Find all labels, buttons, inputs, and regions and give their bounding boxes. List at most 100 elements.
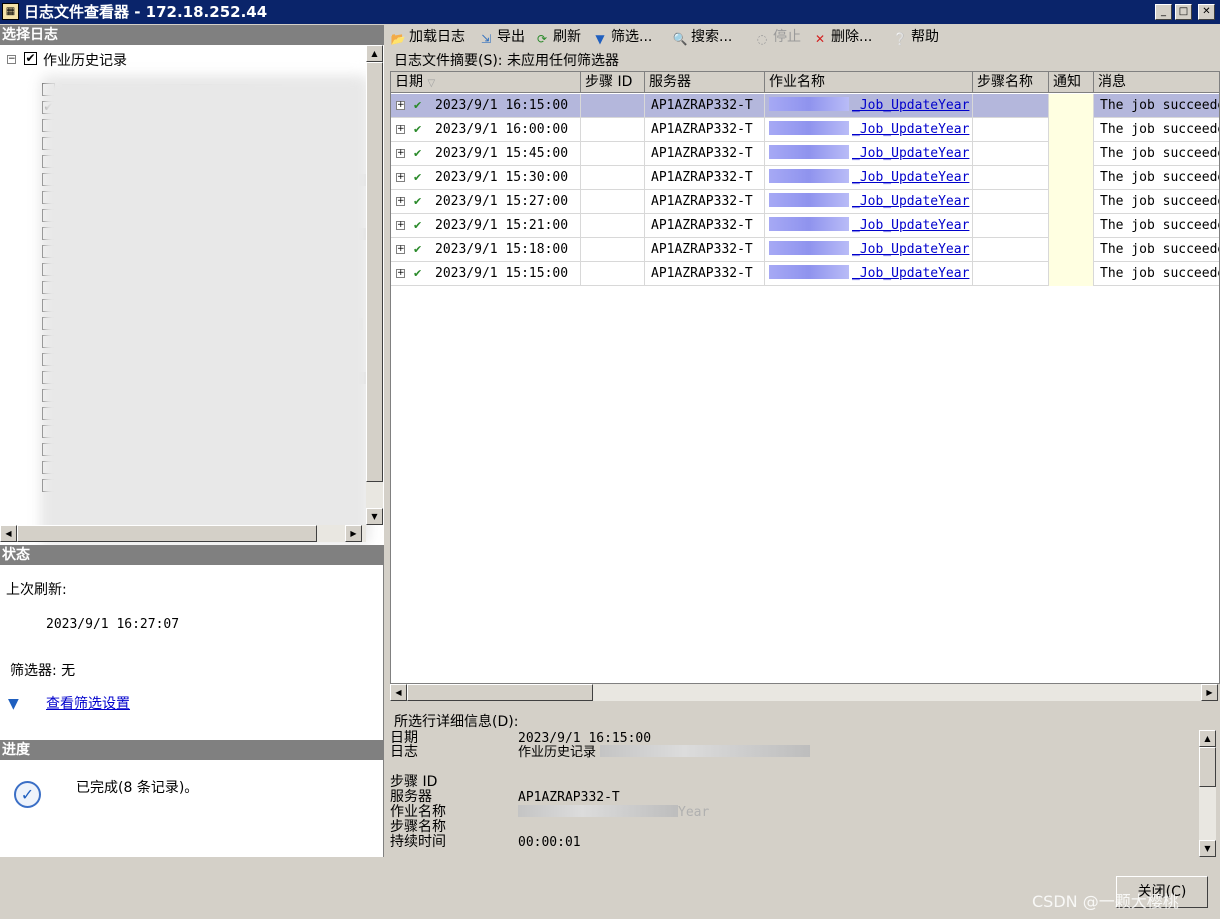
column-header-message[interactable]: 消息 [1094,72,1219,93]
grid-horizontal-scrollbar[interactable]: ◀ ▶ [390,684,1218,701]
step-name-cell [973,238,1049,262]
job-name-link[interactable]: _Job_UpdateYear [765,94,973,118]
stop-icon: ◌ [756,32,768,46]
detail-date-value: 2023/9/1 16:15:00 [518,731,652,746]
row-date: 2023/9/1 15:15:00 [435,266,569,281]
tree-vertical-scrollbar[interactable]: ▲ ▼ [366,45,383,525]
scroll-thumb[interactable] [1199,747,1216,787]
refresh-button[interactable]: ⟳ 刷新 [534,27,581,47]
job-name-link[interactable]: _Job_UpdateYear [765,262,973,286]
row-expand-toggle[interactable]: + [396,221,405,230]
column-header-notify[interactable]: 通知 [1049,72,1094,93]
job-name-link[interactable]: _Job_UpdateYear [765,142,973,166]
delete-button[interactable]: ✕ 删除... [812,27,872,47]
stop-button[interactable]: ◌ 停止 [754,27,801,47]
scroll-right-button[interactable]: ▶ [345,525,362,542]
job-name-link[interactable]: _Job_UpdateYear [765,214,973,238]
notify-cell [1049,118,1094,142]
scroll-up-button[interactable]: ▲ [1199,730,1216,747]
notify-cell [1049,238,1094,262]
detail-job-name-value: Year [518,805,709,820]
load-log-button[interactable]: 📂 加载日志 [390,27,465,47]
row-expand-toggle[interactable]: + [396,269,405,278]
tree-horizontal-scrollbar[interactable]: ◀ ▶ [0,525,366,542]
window-title: 日志文件查看器 - 172.18.252.44 [24,3,268,21]
step-id-cell [581,238,645,262]
message-cell: The job succeeded [1100,218,1220,233]
notify-cell [1049,94,1094,118]
tree-collapse-toggle[interactable]: − [7,55,16,64]
row-date: 2023/9/1 15:18:00 [435,242,569,257]
row-expand-toggle[interactable]: + [396,173,405,182]
detail-duration-value: 00:00:01 [518,835,581,850]
row-job-name: _Job_UpdateYear [852,122,970,137]
scroll-up-button[interactable]: ▲ [366,45,383,62]
redacted-text [769,169,849,183]
table-row[interactable]: + ✔ 2023/9/1 15:18:00 AP1AZRAP332-T _Job_Upd… [391,238,1219,262]
table-row[interactable]: + ✔ 2023/9/1 15:27:00 AP1AZRAP332-T _Job_Upd… [391,190,1219,214]
maximize-button[interactable]: □ [1175,4,1192,20]
h-scroll-thumb[interactable] [17,525,317,542]
watermark: CSDN @一颗大樱桃 [1032,892,1179,911]
close-window-button[interactable]: ✕ [1198,4,1215,20]
success-check-icon: ✔ [413,219,423,232]
row-expand-toggle[interactable]: + [396,125,405,134]
row-expand-toggle[interactable]: + [396,149,405,158]
scroll-right-button[interactable]: ▶ [1201,684,1218,701]
redacted-text [769,193,849,207]
job-name-link[interactable]: _Job_UpdateYear [765,118,973,142]
column-header-date[interactable]: 日期 ▽ [391,72,581,93]
row-date: 2023/9/1 15:30:00 [435,170,569,185]
notify-cell [1049,190,1094,214]
row-expand-toggle[interactable]: + [396,197,405,206]
column-header-job-name[interactable]: 作业名称 [765,72,973,93]
row-expand-toggle[interactable]: + [396,101,405,110]
search-icon: 🔍 [672,32,688,46]
column-header-server[interactable]: 服务器 [645,72,765,93]
row-job-name: _Job_UpdateYear [852,146,970,161]
table-row[interactable]: + ✔ 2023/9/1 15:21:00 AP1AZRAP332-T _Job_Upd… [391,214,1220,238]
notify-cell [1049,214,1094,238]
server-cell: AP1AZRAP332-T [645,190,765,214]
row-expand-toggle[interactable]: + [396,245,405,254]
date-cell: + ✔ 2023/9/1 15:18:00 [391,238,581,262]
column-header-step-id[interactable]: 步骤 ID [581,72,645,93]
help-button[interactable]: ❔ 帮助 [892,27,939,47]
table-row[interactable]: + ✔ 2023/9/1 15:45:00 AP1AZRAP332-T _Job_Upd… [391,142,1219,166]
tree-root-checkbox[interactable]: ✔ [24,52,37,65]
step-name-cell [973,118,1049,142]
minimize-button[interactable]: _ [1155,4,1172,20]
scroll-left-button[interactable]: ◀ [0,525,17,542]
column-header-step-name[interactable]: 步骤名称 [973,72,1049,93]
scroll-thumb[interactable] [366,62,383,482]
success-check-icon: ✔ [413,267,423,280]
row-job-name: _Job_UpdateYear [852,242,970,257]
scroll-down-button[interactable]: ▼ [1199,840,1216,857]
h-scroll-thumb[interactable] [407,684,593,701]
scroll-left-button[interactable]: ◀ [390,684,407,701]
details-vertical-scrollbar[interactable]: ▲ ▼ [1199,730,1216,857]
table-row[interactable]: + ✔ 2023/9/1 15:15:00 AP1AZRAP332-T _Job_Upd… [391,262,1219,286]
step-name-cell [973,190,1049,214]
filter-button[interactable]: ▼ 筛选... [592,27,652,47]
redacted-text [769,145,849,159]
job-name-link[interactable]: _Job_UpdateYear [765,190,973,214]
table-row[interactable]: + ✔ 2023/9/1 16:15:00 AP1AZRAP332-T _Job_Upd… [391,94,1219,118]
redacted-area [40,75,370,545]
scroll-down-button[interactable]: ▼ [366,508,383,525]
notify-cell [1049,166,1094,190]
view-filter-settings-link[interactable]: 查看筛选设置 [46,693,130,713]
table-row[interactable]: + ✔ 2023/9/1 15:30:00 AP1AZRAP332-T _Job_Upd… [391,166,1219,190]
search-button[interactable]: 🔍 搜索... [672,27,733,47]
step-name-cell [973,94,1049,118]
help-icon: ❔ [892,32,908,46]
detail-duration-label: 持续时间 [390,834,446,850]
step-name-cell [973,214,1049,238]
step-id-cell [581,166,645,190]
table-row[interactable]: + ✔ 2023/9/1 16:00:00 AP1AZRAP332-T _Job_Upd… [391,118,1219,142]
job-name-link[interactable]: _Job_UpdateYear [765,238,973,262]
step-id-cell [581,214,645,238]
export-button[interactable]: ⇲ 导出 [478,27,525,47]
job-name-link[interactable]: _Job_UpdateYear [765,166,973,190]
row-date: 2023/9/1 15:21:00 [435,218,569,233]
